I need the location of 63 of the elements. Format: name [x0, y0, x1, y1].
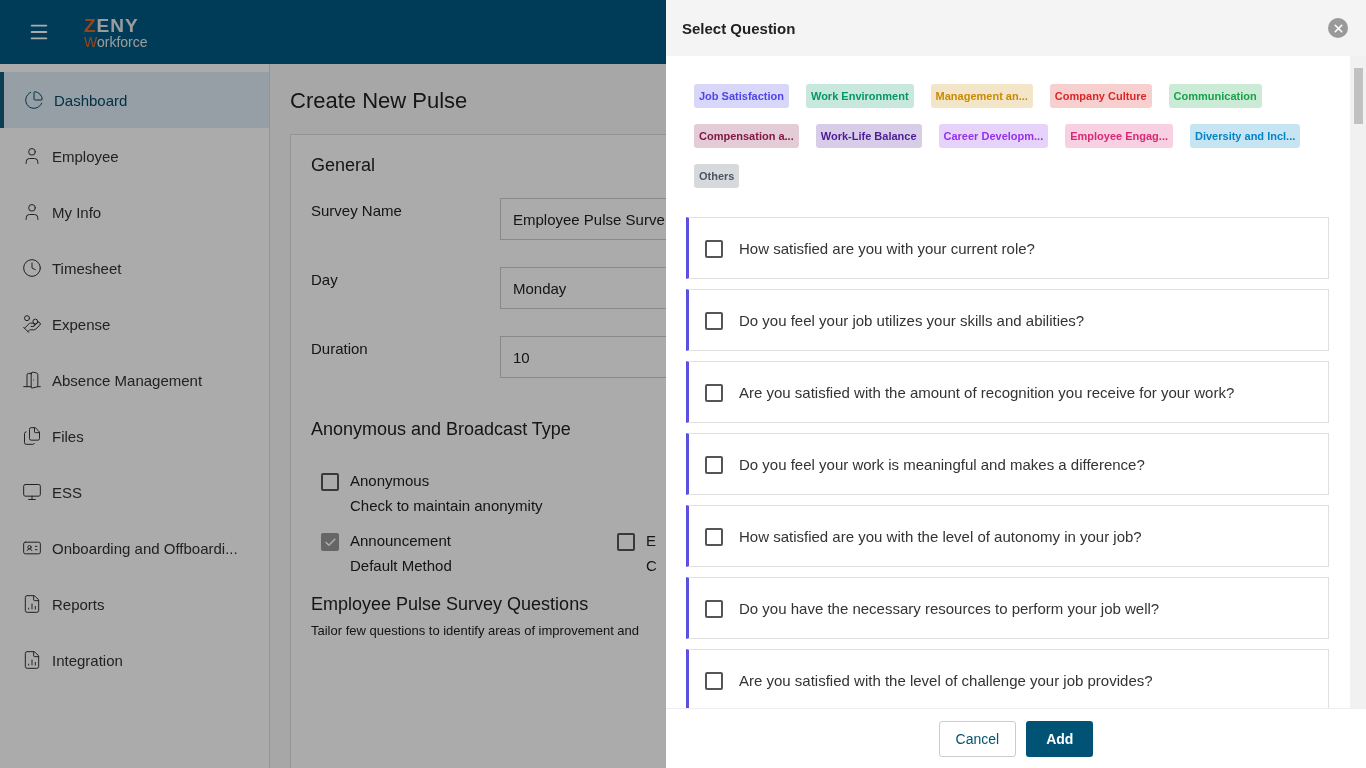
sidebar-item[interactable]: Timesheet	[0, 240, 269, 296]
category-tag[interactable]: Compensation a...	[694, 124, 799, 148]
checkbox[interactable]	[705, 527, 723, 546]
question-text: Do you have the necessary resources to perform your job well?	[739, 599, 1160, 617]
question-text: Are you satisfied with the amount of recognition you receive for your work?	[739, 383, 1235, 401]
option-label: Anonymous	[350, 472, 431, 489]
sidebar-item[interactable]: Absence Management	[0, 352, 269, 408]
sidebar-item[interactable]: My Info	[0, 184, 269, 240]
question-text: How satisfied are you with your current role?	[739, 239, 1035, 257]
files-icon	[22, 426, 42, 446]
sidebar-item[interactable]: Onboarding and Offboardi...	[0, 520, 269, 576]
add-button[interactable]: Add	[1026, 720, 1094, 757]
field-label: Day	[311, 270, 339, 290]
close-icon[interactable]	[1328, 18, 1348, 38]
field-label: Survey Name	[311, 201, 403, 221]
question-text: How satisfied are you with the level of autonomy in your job?	[739, 527, 1142, 545]
checkbox[interactable]	[705, 311, 723, 330]
cancel-button[interactable]: Cancel	[938, 720, 1017, 757]
sidebar-item[interactable]: Integration	[0, 632, 269, 688]
category-tag[interactable]: Job Satisfaction	[694, 84, 789, 108]
report-icon	[22, 594, 42, 614]
question-text: Are you satisfied with the level of challenge your job provides?	[739, 671, 1153, 689]
check-icon	[323, 535, 337, 549]
report-icon	[22, 650, 42, 670]
logo-subtext: Workforce	[84, 34, 148, 49]
pie-chart-icon	[24, 90, 44, 110]
category-tag[interactable]: Career Developm...	[938, 124, 1049, 148]
checkbox[interactable]	[705, 383, 723, 402]
checkbox[interactable]	[705, 239, 723, 258]
monitor-icon	[22, 482, 42, 502]
checkbox[interactable]	[705, 671, 723, 690]
door-icon	[22, 370, 42, 390]
option-label: E	[646, 532, 657, 549]
sidebar-item[interactable]: Files	[0, 408, 269, 464]
category-tag[interactable]: Others	[694, 164, 740, 188]
section-description: Tailor few questions to identify areas of improvement and	[311, 623, 640, 638]
sidebar-item[interactable]: Expense	[0, 296, 269, 352]
question-text: Do you feel your work is meaningful and makes a difference?	[739, 455, 1145, 473]
logo-text: ZENY	[84, 15, 140, 35]
section-heading: Anonymous and Broadcast Type	[311, 419, 571, 440]
section-heading: General	[311, 155, 376, 176]
section-heading: Employee Pulse Survey Questions	[311, 594, 589, 615]
clock-icon	[22, 258, 42, 278]
hand-coin-icon	[22, 314, 42, 334]
checkbox[interactable]	[321, 473, 339, 491]
option-hint: C	[646, 557, 657, 574]
category-tag[interactable]: Work-Life Balance	[815, 124, 922, 148]
field-label: Duration	[311, 339, 369, 359]
option-hint: Check to maintain anonymity	[350, 497, 543, 514]
page-title: Create New Pulse	[290, 88, 468, 114]
panel-title: Select Question	[682, 19, 796, 37]
sidebar-item[interactable]: ESS	[0, 464, 269, 520]
checkbox[interactable]	[705, 455, 723, 474]
question-text: Do you feel your job utilizes your skills and abilities?	[739, 311, 1085, 329]
sidebar-item[interactable]: Reports	[0, 576, 269, 632]
checkbox[interactable]	[617, 533, 635, 551]
option-hint: Default Method	[350, 557, 452, 574]
checkbox[interactable]	[705, 599, 723, 618]
sidebar-item[interactable]: Employee	[0, 128, 269, 184]
scrollbar-thumb[interactable]	[1353, 68, 1363, 124]
option-label: Announcement	[350, 532, 452, 549]
sidebar-item[interactable]: Dashboard	[0, 72, 269, 128]
scrollbar[interactable]	[1350, 56, 1366, 708]
